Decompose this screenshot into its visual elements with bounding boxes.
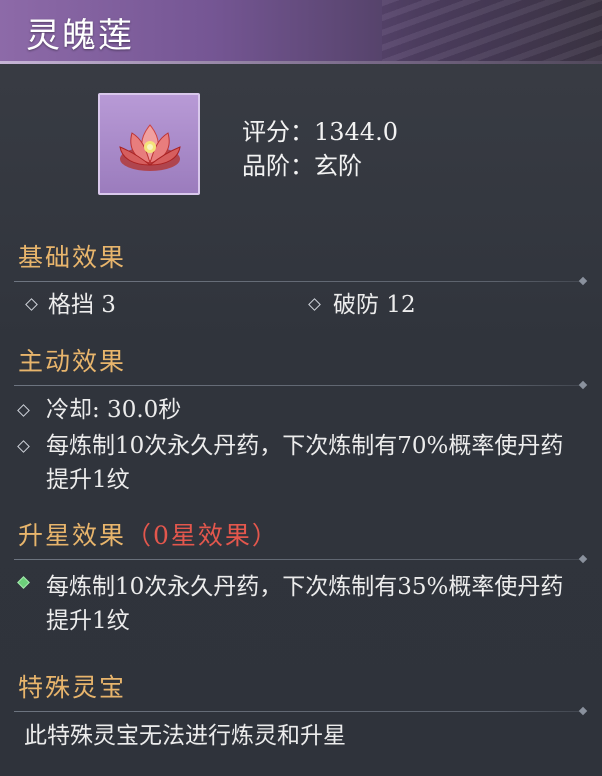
bullet-diamond-icon — [25, 298, 38, 311]
special-title: 特殊灵宝 — [18, 673, 127, 702]
bullet-active-diamond-icon — [17, 576, 30, 589]
title-pattern — [382, 0, 602, 64]
grade-label: 品阶： — [242, 152, 314, 180]
title-divider — [0, 61, 602, 64]
active-effect-item: 每炼制10次永久丹药，下次炼制有70%概率使丹药提升1纹 — [46, 433, 564, 493]
lotus-icon — [119, 124, 181, 171]
base-effect-item: 格挡 3 — [48, 292, 116, 318]
item-tooltip: 灵魄莲 评分：1344.0 品阶：玄阶 基础效果 格挡 3 破防 12 主动效果… — [0, 0, 602, 776]
score-label: 评分： — [242, 118, 314, 146]
item-score: 评分：1344.0 — [242, 112, 398, 147]
section-divider — [14, 281, 580, 282]
bullet-diamond-icon — [308, 298, 321, 311]
score-value: 1344.0 — [314, 118, 398, 146]
star-effects-title-text: 升星效果 — [18, 521, 127, 550]
bullet-diamond-icon — [17, 440, 30, 453]
title-bar: 灵魄莲 — [0, 0, 602, 64]
section-divider — [14, 711, 580, 712]
active-effect-item: 冷却: 30.0秒 — [46, 397, 182, 423]
base-effect-item: 破防 12 — [333, 292, 416, 318]
item-icon-frame — [98, 93, 200, 195]
star-effects-title: 升星效果（0星效果） — [18, 516, 279, 552]
section-divider — [14, 385, 580, 386]
item-name: 灵魄莲 — [26, 16, 134, 56]
special-description: 此特殊灵宝无法进行炼灵和升星 — [24, 723, 346, 749]
star-level-subtitle: （0星效果） — [126, 521, 279, 550]
star-effect-item: 每炼制10次永久丹药，下次炼制有35%概率使丹药提升1纹 — [46, 574, 564, 634]
bullet-diamond-icon — [17, 404, 30, 417]
base-effects-title: 基础效果 — [18, 243, 127, 272]
grade-value: 玄阶 — [314, 152, 362, 180]
section-divider — [14, 559, 580, 560]
active-effects-title: 主动效果 — [18, 347, 127, 376]
item-grade: 品阶：玄阶 — [242, 146, 362, 181]
